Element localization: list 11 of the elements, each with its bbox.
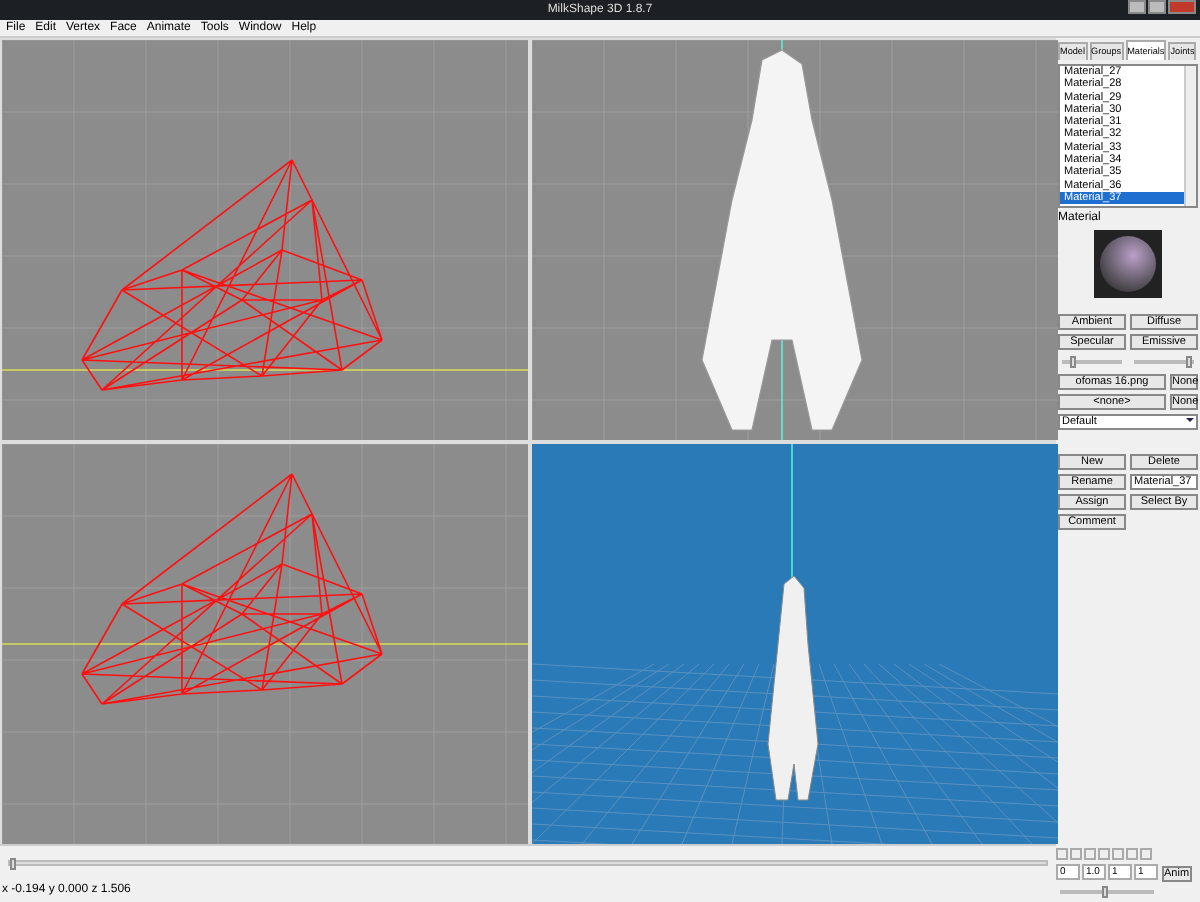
speed-slider-thumb[interactable] xyxy=(1102,885,1109,897)
minimize-button[interactable] xyxy=(1128,0,1146,14)
slider-thumb[interactable] xyxy=(1185,356,1192,369)
viewport[interactable] xyxy=(532,444,1058,844)
timeline-slider-handle[interactable] xyxy=(10,858,16,870)
scrollbar[interactable] xyxy=(1184,66,1196,206)
close-button[interactable] xyxy=(1168,0,1196,14)
slider-thumb[interactable] xyxy=(1070,356,1077,369)
dropdown-arrow-icon xyxy=(1186,416,1194,425)
maximize-button[interactable] xyxy=(1148,0,1166,14)
viewport[interactable] xyxy=(532,40,1058,440)
